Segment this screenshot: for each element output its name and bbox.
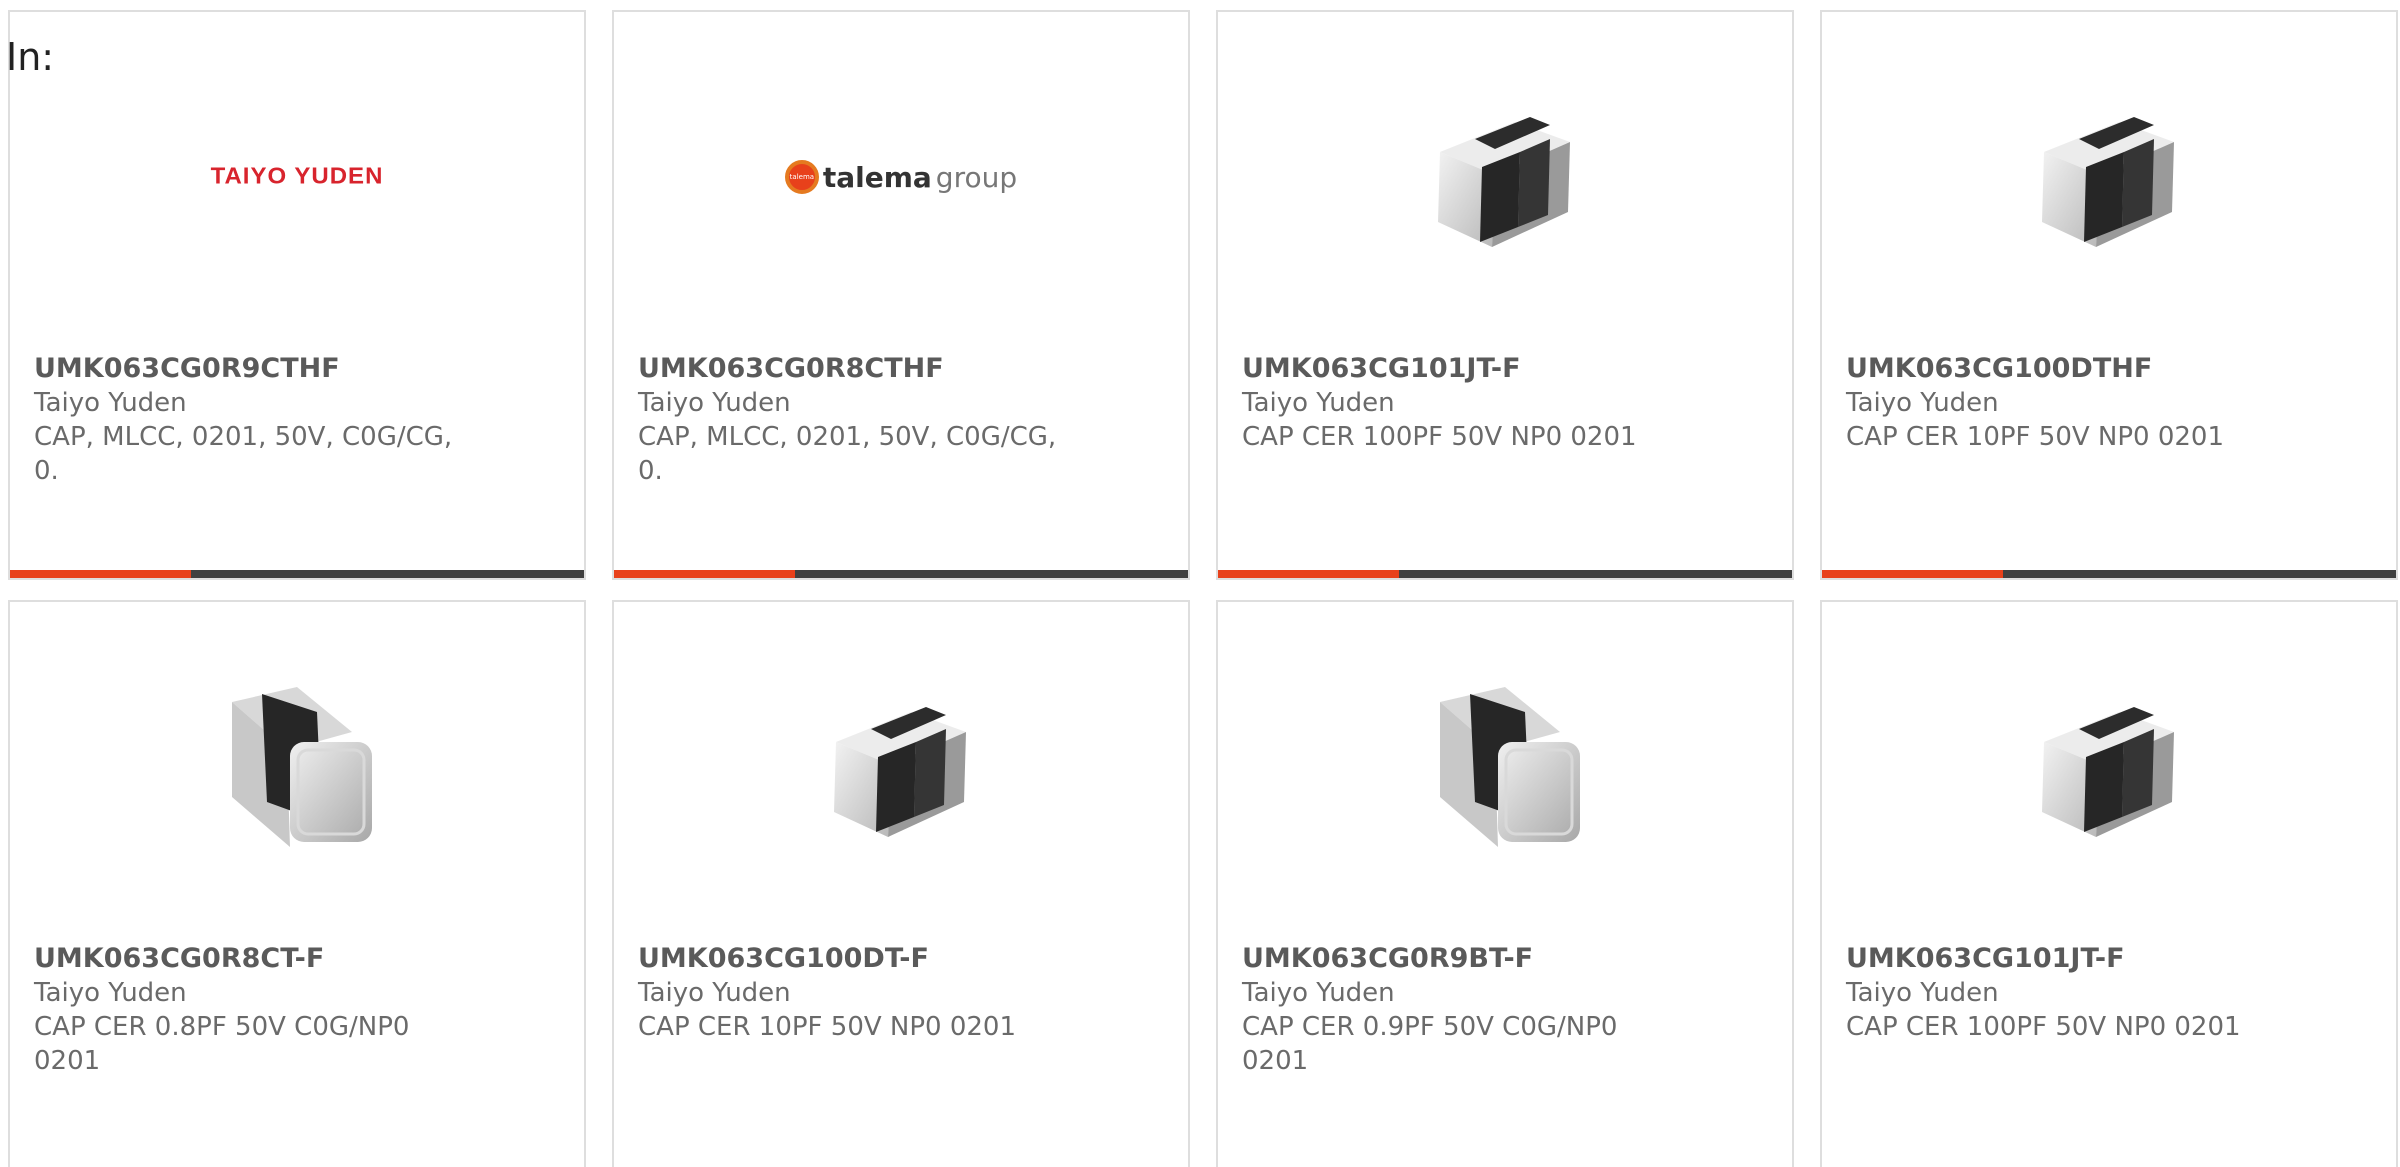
capacitor-chip-icon (1395, 662, 1615, 872)
product-image: talema talema group (614, 72, 1188, 282)
manufacturer: Taiyo Yuden (34, 388, 187, 418)
talema-group-wordmark: group (935, 160, 1018, 194)
description: CAP CER 0.9PF 50V C0G/NP0 0201 (1242, 1012, 1618, 1076)
capacitor-chip-icon (791, 662, 1011, 872)
talema-badge-icon: talema (784, 160, 819, 194)
product-card[interactable]: UMK063CG101JT-F Taiyo Yuden CAP CER 100P… (1216, 10, 1794, 580)
product-card[interactable]: UMK063CG0R9BT-F Taiyo Yuden CAP CER 0.9P… (1216, 600, 1794, 1167)
part-number[interactable]: UMK063CG0R8CT-F (34, 942, 454, 976)
part-number[interactable]: UMK063CG101JT-F (1242, 352, 1662, 386)
capacitor-chip-icon (1999, 72, 2219, 282)
part-number[interactable]: UMK063CG0R9CTHF (34, 352, 454, 386)
product-grid: TAIYO YUDEN UMK063CG0R9CTHF Taiyo Yuden … (8, 10, 2398, 1167)
description: CAP CER 100PF 50V NP0 0201 (1242, 422, 1637, 452)
manufacturer: Taiyo Yuden (1846, 978, 1999, 1008)
description: CAP CER 0.8PF 50V C0G/NP0 0201 (34, 1012, 410, 1076)
manufacturer: Taiyo Yuden (638, 978, 791, 1008)
taiyo-yuden-logo: TAIYO YUDEN (210, 163, 384, 190)
manufacturer: Taiyo Yuden (638, 388, 791, 418)
product-image (1822, 72, 2396, 282)
description: CAP, MLCC, 0201, 50V, C0G/CG, 0. (34, 422, 453, 486)
description: CAP CER 100PF 50V NP0 0201 (1846, 1012, 2241, 1042)
card-accent-bar (10, 570, 584, 578)
capacitor-chip-icon (1999, 662, 2219, 872)
product-info: UMK063CG0R9BT-F Taiyo Yuden CAP CER 0.9P… (1242, 942, 1662, 1078)
product-card[interactable]: UMK063CG100DT-F Taiyo Yuden CAP CER 10PF… (612, 600, 1190, 1167)
manufacturer: Taiyo Yuden (1242, 978, 1395, 1008)
part-number[interactable]: UMK063CG100DT-F (638, 942, 1058, 976)
product-info: UMK063CG0R8CTHF Taiyo Yuden CAP, MLCC, 0… (638, 352, 1058, 488)
part-number[interactable]: UMK063CG0R9BT-F (1242, 942, 1662, 976)
product-info: UMK063CG0R9CTHF Taiyo Yuden CAP, MLCC, 0… (34, 352, 454, 488)
manufacturer: Taiyo Yuden (1846, 388, 1999, 418)
description: CAP CER 10PF 50V NP0 0201 (638, 1012, 1017, 1042)
capacitor-chip-icon (187, 662, 407, 872)
product-image (1218, 72, 1792, 282)
product-info: UMK063CG101JT-F Taiyo Yuden CAP CER 100P… (1846, 942, 2266, 1044)
card-accent-bar (1218, 570, 1792, 578)
card-accent-bar (614, 570, 1188, 578)
part-number[interactable]: UMK063CG101JT-F (1846, 942, 2266, 976)
filter-label: In: (6, 35, 55, 79)
product-info: UMK063CG100DT-F Taiyo Yuden CAP CER 10PF… (638, 942, 1058, 1044)
product-image (10, 662, 584, 872)
product-image (1218, 662, 1792, 872)
card-accent-bar (1822, 570, 2396, 578)
product-card[interactable]: UMK063CG101JT-F Taiyo Yuden CAP CER 100P… (1820, 600, 2398, 1167)
part-number[interactable]: UMK063CG100DTHF (1846, 352, 2266, 386)
product-info: UMK063CG100DTHF Taiyo Yuden CAP CER 10PF… (1846, 352, 2266, 454)
product-image: TAIYO YUDEN (10, 72, 584, 282)
talema-group-logo: talema talema group (784, 160, 1018, 194)
manufacturer: Taiyo Yuden (1242, 388, 1395, 418)
product-image (614, 662, 1188, 872)
page: In: TAIYO YUDEN UMK063CG0R9CTHF Taiyo Yu… (0, 0, 2400, 1167)
product-info: UMK063CG101JT-F Taiyo Yuden CAP CER 100P… (1242, 352, 1662, 454)
capacitor-chip-icon (1395, 72, 1615, 282)
part-number[interactable]: UMK063CG0R8CTHF (638, 352, 1058, 386)
description: CAP CER 10PF 50V NP0 0201 (1846, 422, 2225, 452)
description: CAP, MLCC, 0201, 50V, C0G/CG, 0. (638, 422, 1057, 486)
product-card[interactable]: TAIYO YUDEN UMK063CG0R9CTHF Taiyo Yuden … (8, 10, 586, 580)
manufacturer: Taiyo Yuden (34, 978, 187, 1008)
product-card[interactable]: UMK063CG100DTHF Taiyo Yuden CAP CER 10PF… (1820, 10, 2398, 580)
product-card[interactable]: talema talema group UMK063CG0R8CTHF Taiyo… (612, 10, 1190, 580)
product-image (1822, 662, 2396, 872)
product-card[interactable]: UMK063CG0R8CT-F Taiyo Yuden CAP CER 0.8P… (8, 600, 586, 1167)
product-info: UMK063CG0R8CT-F Taiyo Yuden CAP CER 0.8P… (34, 942, 454, 1078)
talema-wordmark: talema (822, 160, 932, 194)
